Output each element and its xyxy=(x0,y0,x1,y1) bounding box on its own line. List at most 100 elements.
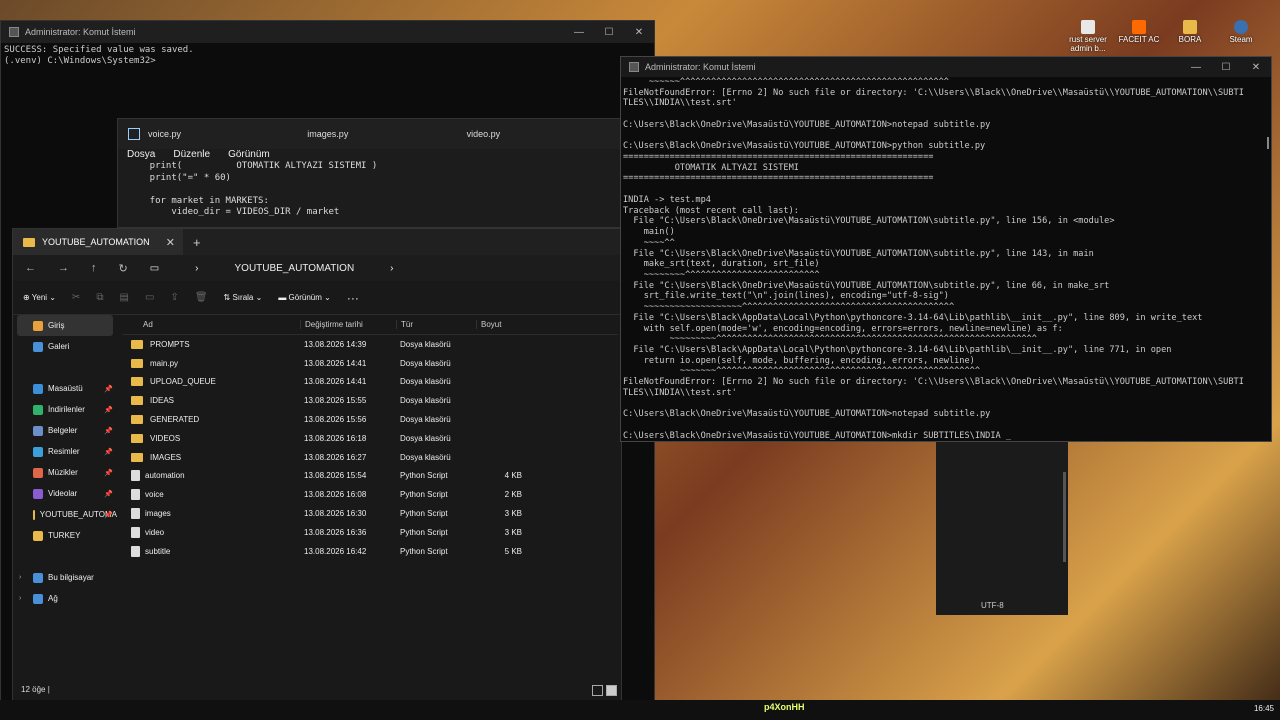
nav-item-music[interactable]: Müzikler 📌 xyxy=(13,462,117,483)
nav-item-home[interactable]: Giriş xyxy=(17,315,113,336)
cell-type: Dosya klasörü xyxy=(400,433,451,443)
folder-icon xyxy=(131,396,143,406)
breadcrumb[interactable]: ▭ › YOUTUBE_AUTOMATION › xyxy=(150,263,416,274)
cell-type: Python Script xyxy=(400,546,448,556)
maximize-button[interactable]: ☐ xyxy=(1211,62,1241,73)
refresh-button[interactable]: ↻ xyxy=(119,262,128,275)
table-row[interactable]: GENERATED 13.08.2026 15:56 Dosya klasörü xyxy=(123,410,618,429)
cell-type: Dosya klasörü xyxy=(400,377,451,387)
chevron-right-icon[interactable]: › xyxy=(19,574,21,581)
tab-voice[interactable]: voice.py xyxy=(148,129,307,139)
tiles-view-button[interactable] xyxy=(606,685,617,696)
close-button[interactable]: ✕ xyxy=(624,27,654,38)
copy-icon[interactable]: ⧉ xyxy=(96,292,103,303)
cmd-window-front[interactable]: Administrator: Komut İstemi — ☐ ✕ ~~~~~~^^… xyxy=(620,56,1272,442)
table-row[interactable]: voice 13.08.2026 16:08 Python Script 2 KB xyxy=(123,485,618,504)
nav-item-turkey[interactable]: TURKEY xyxy=(13,525,117,546)
table-row[interactable]: UPLOAD_QUEUE 13.08.2026 14:41 Dosya klasör… xyxy=(123,373,618,392)
videos-icon xyxy=(33,488,43,499)
rename-icon[interactable]: ▭ xyxy=(145,292,154,303)
nav-item-documents[interactable]: Belgeler 📌 xyxy=(13,420,117,441)
nav-item-youtube-automation[interactable]: YOUTUBE_AUTOMA 📌 xyxy=(13,504,117,525)
table-row[interactable]: images 13.08.2026 16:30 Python Script 3 KB xyxy=(123,504,618,523)
desktop-icon-steam[interactable]: Steam xyxy=(1213,20,1269,45)
cmd-back-titlebar[interactable]: Administrator: Komut İstemi — ☐ ✕ xyxy=(1,21,654,43)
cmd-back-output[interactable]: SUCCESS: Specified value was saved. (.ven… xyxy=(1,43,654,68)
forward-button[interactable]: → xyxy=(58,262,69,274)
desktop-icon-rust[interactable]: rust server admin b... xyxy=(1060,20,1116,54)
nav-item-videos[interactable]: Videolar 📌 xyxy=(13,483,117,504)
notepad-code[interactable]: print( OTOMATIK ALTYAZI SISTEMI ) print(… xyxy=(118,161,626,219)
more-button[interactable]: ··· xyxy=(347,291,359,305)
cell-type: Python Script xyxy=(400,527,448,537)
table-row[interactable]: PROMPTS 13.08.2026 14:39 Dosya klasörü xyxy=(123,335,618,354)
chevron-right-icon: › xyxy=(390,262,394,274)
new-button[interactable]: ⊕ Yeni ⌄ xyxy=(23,293,56,302)
close-tab-icon[interactable]: ✕ xyxy=(166,236,175,249)
minimize-button[interactable]: — xyxy=(1181,62,1211,73)
desktop-icon-bora[interactable]: BORA xyxy=(1162,20,1218,45)
minimize-button[interactable]: — xyxy=(564,27,594,38)
column-type[interactable]: Tür xyxy=(396,320,476,329)
table-row[interactable]: IMAGES 13.08.2026 16:27 Dosya klasörü xyxy=(123,448,618,467)
cmd-back-title: Administrator: Komut İstemi xyxy=(25,27,136,37)
table-row[interactable]: subtitle 13.08.2026 16:42 Python Script 5 K… xyxy=(123,542,618,561)
folder-icon xyxy=(131,415,143,425)
folder-icon xyxy=(23,237,35,247)
cell-name: IMAGES xyxy=(123,452,300,462)
cell-type: Dosya klasörü xyxy=(400,358,451,368)
sort-button[interactable]: ⇅ Sırala ⌄ xyxy=(224,293,263,302)
cmd-front-titlebar[interactable]: Administrator: Komut İstemi — ☐ ✕ xyxy=(621,57,1271,77)
documents-icon xyxy=(33,425,43,436)
scrollbar-thumb[interactable] xyxy=(1267,137,1269,149)
cell-type: Python Script xyxy=(400,490,448,500)
navigation-pane: Giriş Galeri Masaüstü 📌 İndirilenler 📌 Bel… xyxy=(13,315,117,670)
table-row[interactable]: automation 13.08.2026 15:54 Python Script 4… xyxy=(123,467,618,486)
up-button[interactable]: ↑ xyxy=(91,262,97,274)
folder-icon xyxy=(33,530,43,541)
cell-name: IDEAS xyxy=(123,396,300,406)
table-row[interactable]: VIDEOS 13.08.2026 16:18 Dosya klasörü xyxy=(123,429,618,448)
desktop-icon-faceit[interactable]: FACEIT AC xyxy=(1111,20,1167,45)
notepad-window[interactable]: voice.py images.py video.py Dosya Düzenl… xyxy=(117,118,627,228)
share-icon[interactable]: ⇪ xyxy=(170,292,178,303)
tab-images[interactable]: images.py xyxy=(307,129,466,139)
chevron-right-icon[interactable]: › xyxy=(19,595,21,602)
back-button[interactable]: ← xyxy=(25,262,36,274)
close-button[interactable]: ✕ xyxy=(1241,62,1271,73)
nav-item-downloads[interactable]: İndirilenler 📌 xyxy=(13,399,117,420)
cut-icon[interactable]: ✂ xyxy=(72,292,80,303)
file-rows: PROMPTS 13.08.2026 14:39 Dosya klasörü main… xyxy=(123,335,618,561)
cmd-front-output[interactable]: ~~~~~~^^^^^^^^^^^^^^^^^^^^^^^^^^^^^^^^^^… xyxy=(621,77,1271,441)
table-row[interactable]: IDEAS 13.08.2026 15:55 Dosya klasörü xyxy=(123,391,618,410)
table-row[interactable]: main.py 13.08.2026 14:41 Dosya klasörü xyxy=(123,354,618,373)
nav-item-desktop[interactable]: Masaüstü 📌 xyxy=(13,378,117,399)
column-size[interactable]: Boyut xyxy=(476,320,526,329)
view-button[interactable]: ▬ Görünüm ⌄ xyxy=(278,293,331,302)
file-explorer-window[interactable]: YOUTUBE_AUTOMATION ✕ + ← → ↑ ↻ ▭ › YOUTUBE… xyxy=(12,228,622,701)
nav-item-gallery[interactable]: Galeri xyxy=(13,336,117,357)
new-tab-button[interactable]: + xyxy=(193,235,201,250)
breadcrumb-current[interactable]: YOUTUBE_AUTOMATION xyxy=(235,263,355,274)
column-name[interactable]: Ad xyxy=(123,320,300,329)
nav-item-pictures[interactable]: Resimler 📌 xyxy=(13,441,117,462)
details-view-button[interactable] xyxy=(592,685,603,696)
document-icon xyxy=(1081,20,1095,34)
encoding-label[interactable]: UTF-8 xyxy=(981,601,1004,610)
cell-name: main.py xyxy=(123,358,300,368)
tab-video[interactable]: video.py xyxy=(467,129,626,139)
pin-icon: 📌 xyxy=(104,385,113,393)
clock[interactable]: 16:45 xyxy=(1254,704,1274,713)
column-date[interactable]: Değiştirme tarihi xyxy=(300,320,396,329)
explorer-tab[interactable]: YOUTUBE_AUTOMATION ✕ xyxy=(13,229,183,255)
nav-item-network[interactable]: › Ağ xyxy=(13,588,117,609)
pin-icon: 📌 xyxy=(104,406,113,414)
paste-icon[interactable]: ▤ xyxy=(120,292,129,303)
folder-icon xyxy=(1183,20,1197,34)
maximize-button[interactable]: ☐ xyxy=(594,27,624,38)
nav-item-this-pc[interactable]: › Bu bilgisayar xyxy=(13,567,117,588)
table-row[interactable]: video 13.08.2026 16:36 Python Script 3 KB xyxy=(123,523,618,542)
notepad-scrollbar[interactable] xyxy=(1063,472,1066,562)
delete-icon[interactable]: 🗑 xyxy=(195,292,208,303)
desktop-icon xyxy=(33,383,43,394)
